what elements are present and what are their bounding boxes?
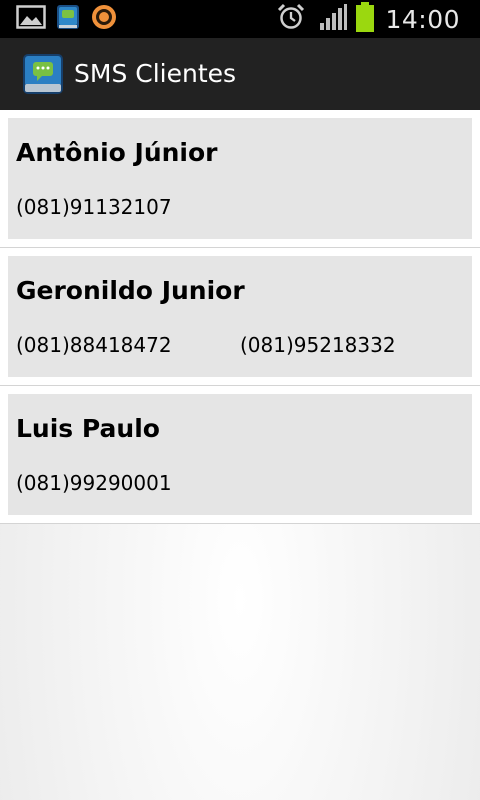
battery-icon <box>355 2 375 36</box>
contact-name: Luis Paulo <box>16 414 160 443</box>
contact-card[interactable]: Antônio Júnior (081)91132107 <box>8 118 472 239</box>
notification-icons <box>16 5 118 33</box>
contact-card[interactable]: Luis Paulo (081)99290001 <box>8 394 472 515</box>
status-clock: 14:00 <box>385 4 460 34</box>
status-icons: 14:00 <box>277 0 460 38</box>
contact-phone: (081)91132107 <box>16 195 172 219</box>
contact-list-item[interactable]: Geronildo Junior (081)88418472 (081)9521… <box>0 248 480 386</box>
action-bar: SMS Clientes <box>0 38 480 111</box>
sms-clientes-notification-icon <box>56 4 80 34</box>
contact-list: Antônio Júnior (081)91132107 Geronildo J… <box>0 110 480 524</box>
contact-list-item[interactable]: Luis Paulo (081)99290001 <box>0 386 480 524</box>
alarm-clock-icon <box>277 3 305 35</box>
contact-card[interactable]: Geronildo Junior (081)88418472 (081)9521… <box>8 256 472 377</box>
status-bar: 14:00 <box>0 0 480 38</box>
contact-phone: (081)99290001 <box>16 471 172 495</box>
contact-phone-secondary: (081)95218332 <box>240 333 396 357</box>
contact-phone: (081)88418472 <box>16 333 172 357</box>
orange-circle-icon <box>90 3 118 35</box>
app-title: SMS Clientes <box>74 59 237 88</box>
contact-name: Geronildo Junior <box>16 276 245 305</box>
contact-list-item[interactable]: Antônio Júnior (081)91132107 <box>0 110 480 248</box>
signal-icon <box>319 3 348 35</box>
sms-clientes-app-icon[interactable] <box>22 53 64 95</box>
gallery-icon <box>16 4 46 34</box>
contact-name: Antônio Júnior <box>16 138 218 167</box>
